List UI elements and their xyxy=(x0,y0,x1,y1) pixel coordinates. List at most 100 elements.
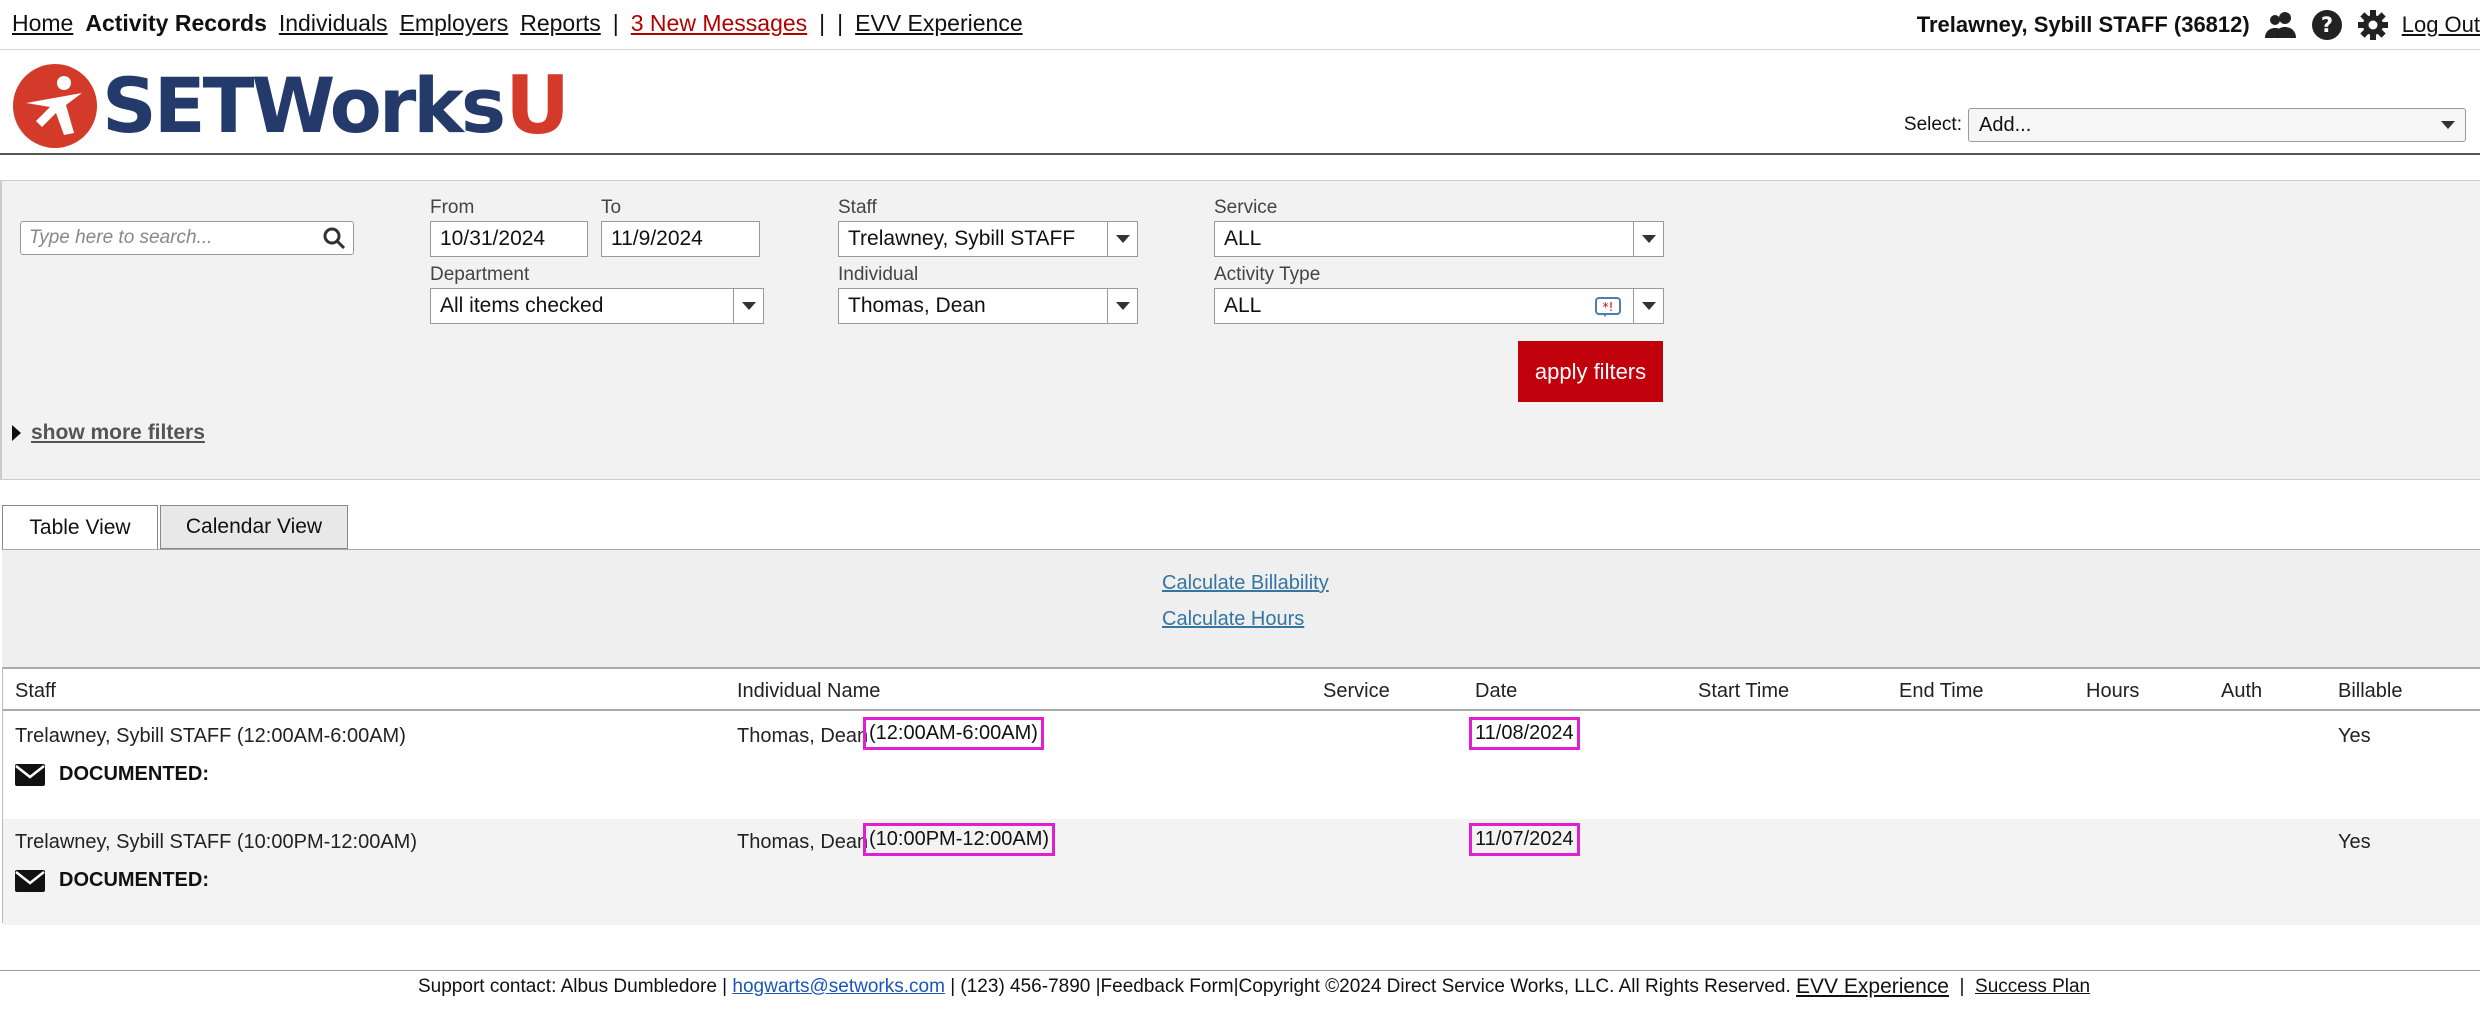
activity-records-table: Staff Individual Name Service Date Start… xyxy=(2,667,2480,925)
table-row[interactable]: Trelawney, Sybill STAFF (12:00AM-6:00AM)… xyxy=(3,713,2480,819)
filter-panel: Type here to search... From 10/31/2024 T… xyxy=(0,180,2480,480)
runner-logo-icon xyxy=(13,64,97,148)
column-header-individual[interactable]: Individual Name xyxy=(737,680,880,703)
tab-table-view[interactable]: Table View xyxy=(2,505,158,550)
people-icon[interactable] xyxy=(2264,8,2298,42)
to-date-input[interactable]: 11/9/2024 xyxy=(601,221,760,257)
svg-text:*!: *! xyxy=(1603,300,1614,314)
nav-separator: | xyxy=(612,10,619,36)
nav-separator: | xyxy=(837,10,844,36)
documented-label: DOCUMENTED: xyxy=(59,869,209,891)
nav-messages-link[interactable]: 3 New Messages xyxy=(631,10,807,37)
individual-dropdown[interactable]: Thomas, Dean xyxy=(838,288,1138,324)
date-cell: 11/08/2024 xyxy=(1469,717,1580,750)
service-value: ALL xyxy=(1224,227,1262,250)
billable-cell: Yes xyxy=(2338,725,2371,747)
top-nav: Home Activity Records Individuals Employ… xyxy=(0,0,2480,50)
column-header-hours[interactable]: Hours xyxy=(2086,680,2139,703)
column-header-billable[interactable]: Billable xyxy=(2338,680,2402,703)
apply-filters-button[interactable]: apply filters xyxy=(1518,341,1663,402)
individual-cell: Thomas, Dean xyxy=(737,831,869,853)
nav-reports-link[interactable]: Reports xyxy=(520,10,601,37)
staff-cell: Trelawney, Sybill STAFF (10:00PM-12:00AM… xyxy=(15,831,417,853)
add-dropdown-value: Add... xyxy=(1979,113,2032,136)
staff-dropdown-button[interactable] xyxy=(1107,222,1137,256)
staff-cell: Trelawney, Sybill STAFF (12:00AM-6:00AM) xyxy=(15,725,406,747)
calculate-hours-link[interactable]: Calculate Hours xyxy=(1162,608,1304,631)
show-more-filters-label: show more filters xyxy=(31,421,205,444)
department-dropdown-button[interactable] xyxy=(733,289,763,323)
service-dropdown-button[interactable] xyxy=(1633,222,1663,256)
footer-text: Support contact: Albus Dumbledore | hogw… xyxy=(418,975,2090,999)
activity-type-dropdown-button[interactable] xyxy=(1633,289,1663,323)
search-placeholder: Type here to search... xyxy=(29,227,213,248)
chevron-down-icon xyxy=(1115,302,1130,310)
column-header-end-time[interactable]: End Time xyxy=(1899,680,1983,703)
department-label: Department xyxy=(430,264,530,285)
individual-value: Thomas, Dean xyxy=(848,294,986,317)
department-dropdown[interactable]: All items checked xyxy=(430,288,764,324)
staff-value: Trelawney, Sybill STAFF xyxy=(848,227,1076,250)
nav-evv-link[interactable]: EVV Experience xyxy=(855,10,1022,37)
svg-text:?: ? xyxy=(2321,13,2333,37)
to-label: To xyxy=(601,197,622,218)
column-header-service[interactable]: Service xyxy=(1323,680,1390,703)
individual-time-cell: (10:00PM-12:00AM) xyxy=(863,823,1056,856)
select-label: Select: xyxy=(1903,114,1962,135)
nav-separator: | xyxy=(819,10,826,36)
activity-type-dropdown[interactable]: ALL *! xyxy=(1214,288,1664,324)
table-row[interactable]: Trelawney, Sybill STAFF (10:00PM-12:00AM… xyxy=(3,819,2480,925)
envelope-icon xyxy=(15,763,45,786)
add-dropdown[interactable]: Add... xyxy=(1968,108,2466,142)
column-header-auth[interactable]: Auth xyxy=(2221,680,2262,703)
column-header-date[interactable]: Date xyxy=(1475,680,1517,703)
app-header: SETWorks U Select: Add... xyxy=(0,51,2480,155)
footer-separator: | xyxy=(1948,976,1976,997)
chevron-down-icon xyxy=(1641,302,1656,310)
column-header-staff[interactable]: Staff xyxy=(15,680,56,703)
footer-evv-link[interactable]: EVV Experience xyxy=(1796,975,1949,999)
nav-home-link[interactable]: Home xyxy=(12,10,73,37)
nav-links: Home Activity Records Individuals Employ… xyxy=(12,10,1035,37)
gear-icon[interactable] xyxy=(2356,8,2390,42)
from-label: From xyxy=(430,197,475,218)
show-more-filters-toggle[interactable]: show more filters xyxy=(12,421,205,445)
nav-individuals-link[interactable]: Individuals xyxy=(279,10,388,37)
caret-right-icon xyxy=(12,425,21,441)
chevron-down-icon xyxy=(1115,235,1130,243)
search-input[interactable]: Type here to search... xyxy=(20,221,354,255)
page-footer: Support contact: Albus Dumbledore | hogw… xyxy=(0,970,2480,1022)
documented-status[interactable]: DOCUMENTED: xyxy=(15,869,209,892)
chevron-down-icon xyxy=(1641,235,1656,243)
support-contact: Support contact: Albus Dumbledore | xyxy=(418,976,733,997)
support-email-link[interactable]: hogwarts@setworks.com xyxy=(732,976,945,998)
activity-type-value: ALL xyxy=(1224,294,1262,317)
tab-calendar-view[interactable]: Calendar View xyxy=(160,505,348,549)
chevron-down-icon xyxy=(2441,121,2455,129)
add-select: Select: Add... xyxy=(1904,108,2466,142)
documented-status[interactable]: DOCUMENTED: xyxy=(15,763,209,786)
nav-activity-records-link[interactable]: Activity Records xyxy=(85,10,267,37)
staff-dropdown[interactable]: Trelawney, Sybill STAFF xyxy=(838,221,1138,257)
individual-time-cell: (12:00AM-6:00AM) xyxy=(863,717,1044,750)
individual-dropdown-button[interactable] xyxy=(1107,289,1137,323)
current-user: Trelawney, Sybill STAFF (36812) xyxy=(1916,12,2250,37)
documented-label: DOCUMENTED: xyxy=(59,763,209,785)
department-value: All items checked xyxy=(440,294,604,317)
help-icon[interactable]: ? xyxy=(2310,8,2344,42)
required-field-icon: *! xyxy=(1595,297,1621,317)
nav-employers-link[interactable]: Employers xyxy=(400,10,509,37)
individual-label: Individual xyxy=(838,264,919,285)
column-header-start-time[interactable]: Start Time xyxy=(1698,680,1789,703)
from-date-input[interactable]: 10/31/2024 xyxy=(430,221,588,257)
search-icon[interactable] xyxy=(323,227,345,249)
service-dropdown[interactable]: ALL xyxy=(1214,221,1664,257)
envelope-icon xyxy=(15,869,45,892)
logout-link[interactable]: Log Out xyxy=(2402,12,2480,38)
individual-cell: Thomas, Dean xyxy=(737,725,869,747)
nav-user-area: Trelawney, Sybill STAFF (36812) ? Log Ou… xyxy=(1917,8,2480,42)
calculate-billability-link[interactable]: Calculate Billability xyxy=(1162,572,1329,595)
success-plan-link[interactable]: Success Plan xyxy=(1975,976,2090,998)
service-label: Service xyxy=(1214,197,1278,218)
setworks-logo[interactable]: SETWorks U xyxy=(12,63,570,149)
